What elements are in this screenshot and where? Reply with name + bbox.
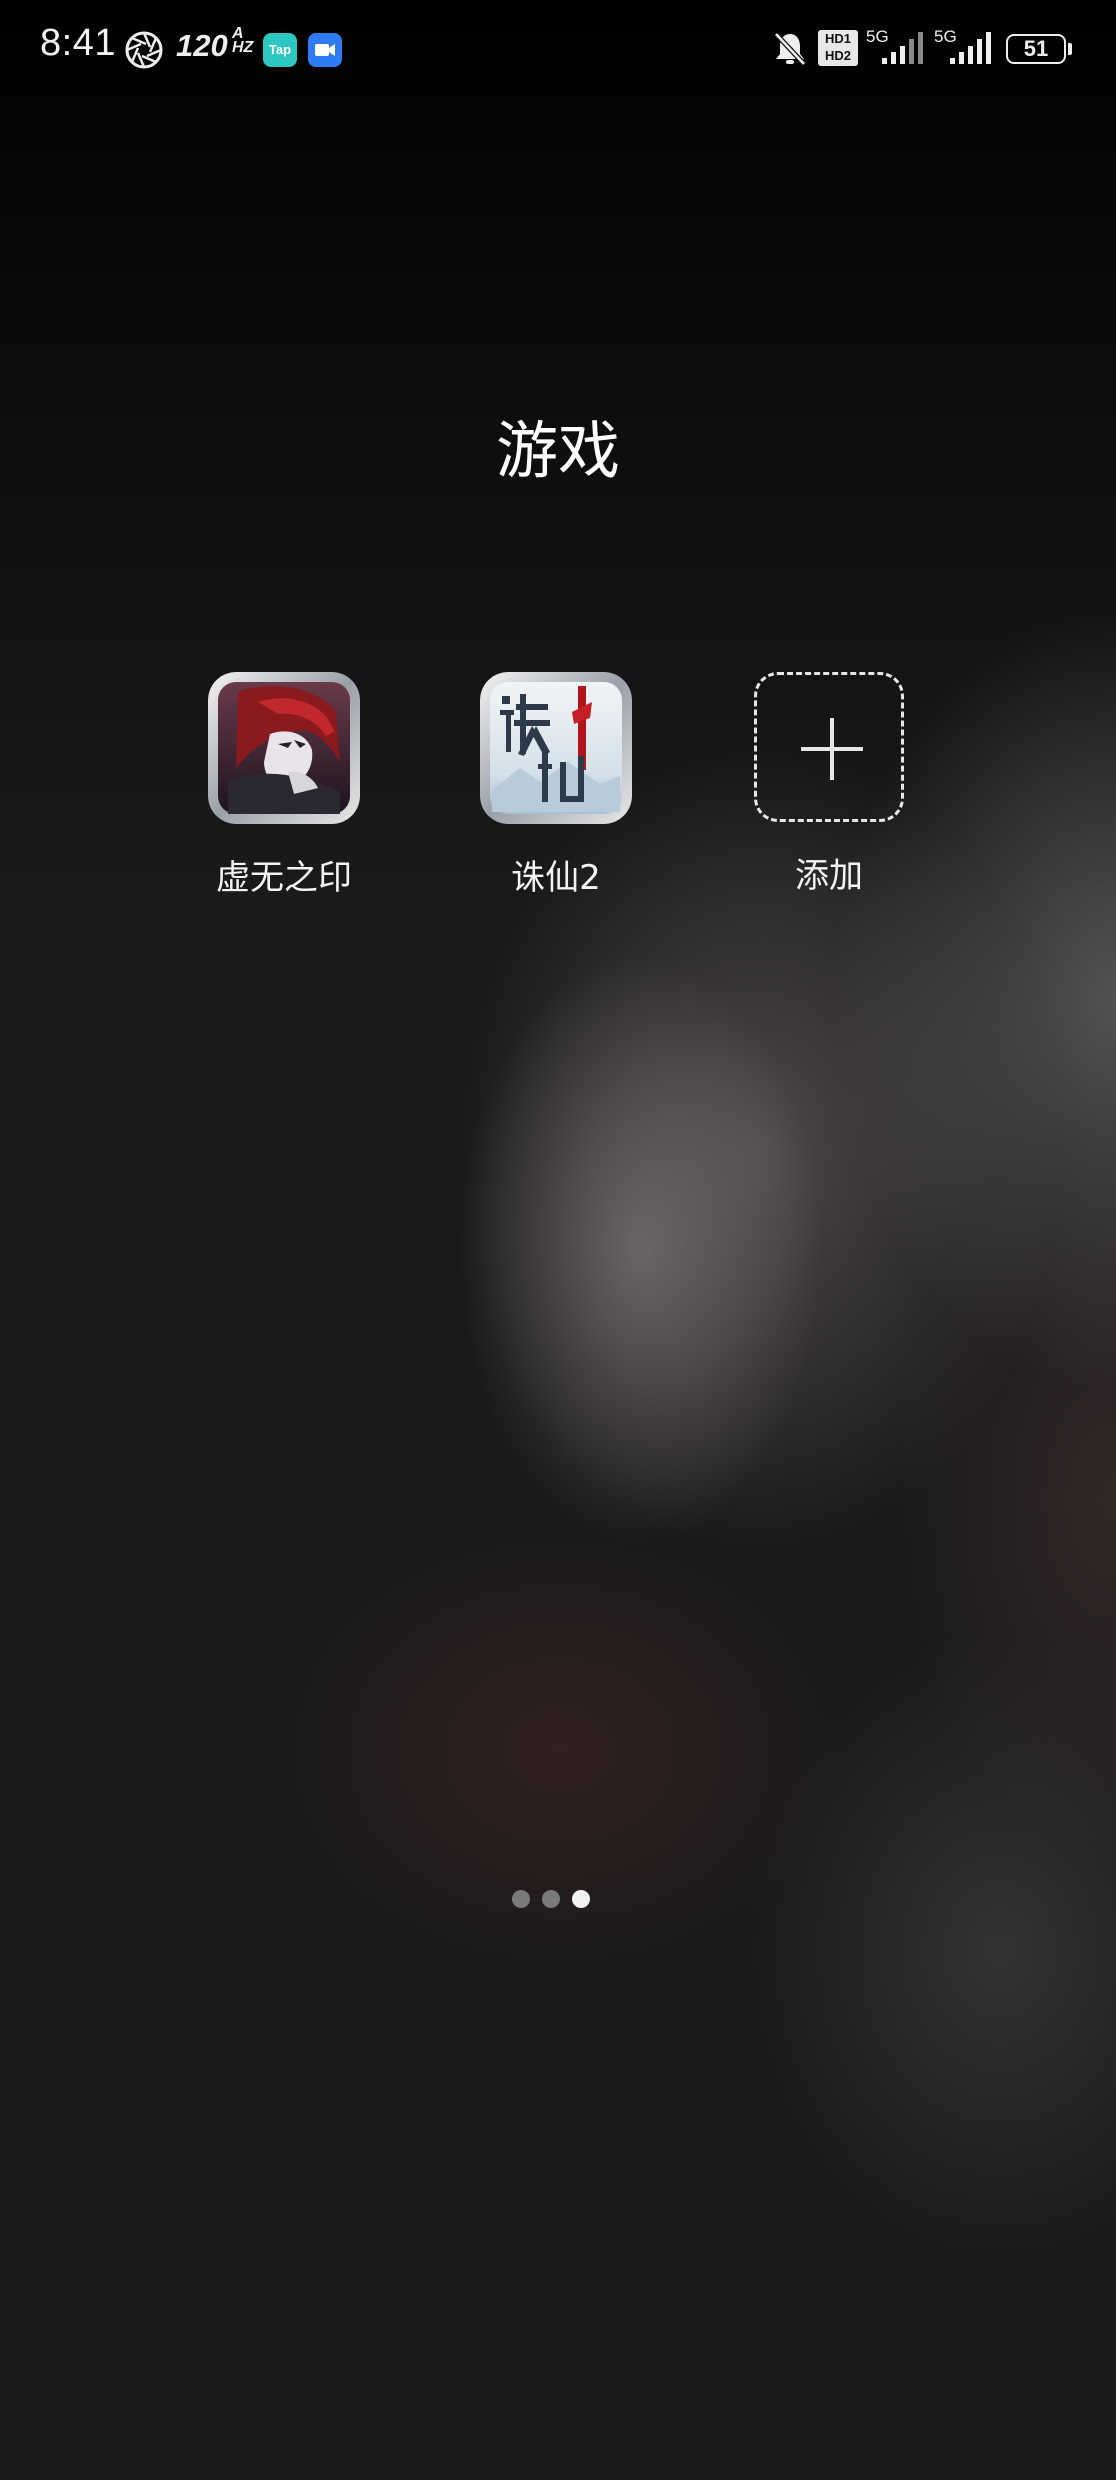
folder-title[interactable]: 游戏	[0, 400, 1116, 490]
refresh-unit-label: HZ	[232, 39, 254, 56]
sim2-signal-icon	[948, 30, 996, 70]
hd1-label: HD1	[824, 31, 851, 46]
mute-bell-icon	[772, 30, 808, 72]
xuwuzhiyin-game-icon[interactable]	[208, 672, 360, 824]
refresh-rate-text: 120	[176, 28, 228, 63]
refresh-rate-unit: A HZ	[232, 26, 254, 56]
video-call-app-icon	[308, 33, 342, 67]
app-xuwuzhiyin[interactable]: 虚无之印	[174, 672, 394, 899]
battery-tip	[1068, 43, 1072, 55]
add-plus-icon[interactable]	[754, 672, 904, 822]
taptap-app-icon: Tap	[263, 33, 297, 67]
hd2-label: HD2	[824, 48, 851, 63]
hd-voice-badge: HD1 HD2	[818, 30, 858, 66]
page-indicator	[510, 1890, 610, 1910]
add-app-button[interactable]: 添加	[719, 672, 939, 897]
sim1-signal-icon	[880, 30, 928, 70]
app-zhuxian2[interactable]: 诛仙2	[446, 672, 666, 899]
page-dot-2[interactable]	[542, 1890, 560, 1908]
battery-indicator: 51	[1006, 34, 1066, 64]
aperture-icon	[124, 30, 164, 74]
app-label: 虚无之印	[216, 858, 352, 898]
add-label: 添加	[795, 856, 863, 896]
status-time: 8:41	[40, 22, 116, 64]
status-bar: 8:41 120 A HZ Tap HD1 HD2 5G 5G 51	[0, 0, 1116, 100]
zhuxian2-game-icon[interactable]	[480, 672, 632, 824]
page-dot-3-active[interactable]	[572, 1890, 590, 1908]
app-label: 诛仙2	[511, 858, 601, 898]
page-dot-1[interactable]	[512, 1890, 530, 1908]
wallpaper-background	[0, 0, 1116, 2480]
